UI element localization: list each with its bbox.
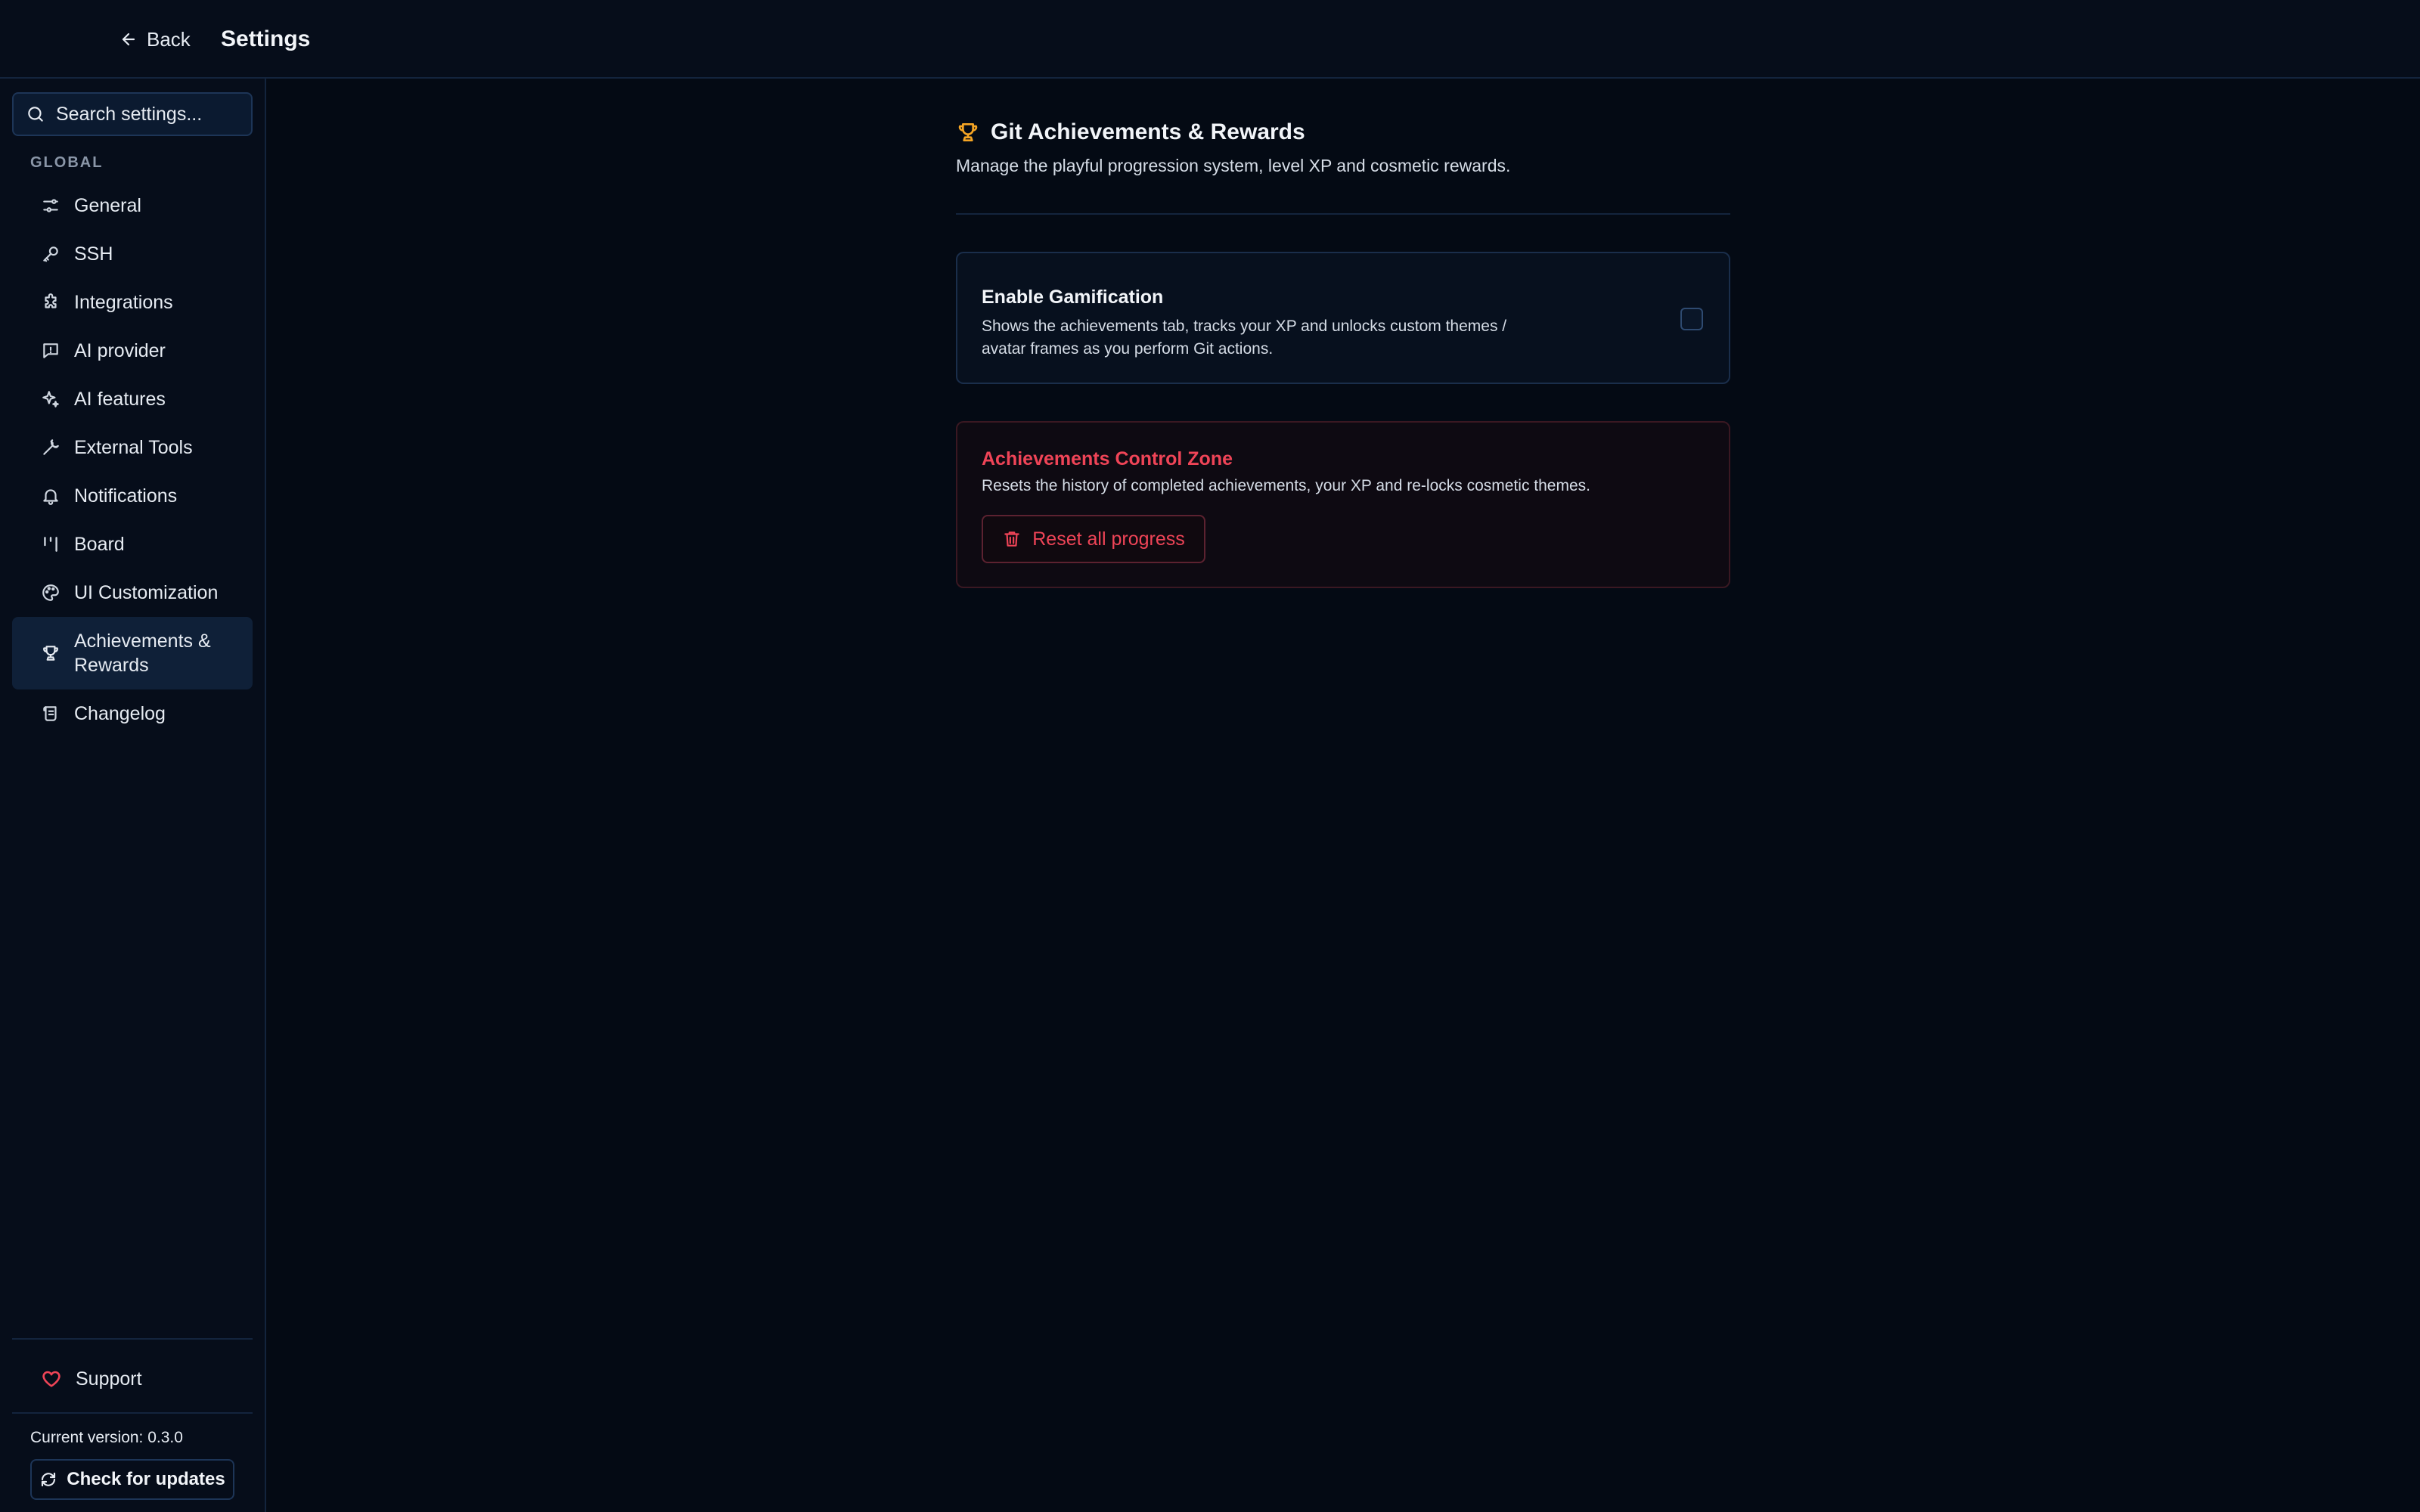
reset-progress-button[interactable]: Reset all progress <box>982 515 1205 563</box>
search-box[interactable] <box>12 92 253 136</box>
version-text: Current version: 0.3.0 <box>30 1429 183 1446</box>
reset-progress-label: Reset all progress <box>1032 528 1185 550</box>
message-square-icon <box>41 341 60 361</box>
puzzle-icon <box>41 293 60 312</box>
refresh-icon <box>39 1470 57 1489</box>
page-title: Settings <box>221 26 311 51</box>
bell-icon <box>41 486 60 506</box>
control-zone-description: Resets the history of completed achievem… <box>982 477 1590 494</box>
sidebar-item-achievements[interactable]: Achievements & Rewards <box>12 617 253 689</box>
sidebar-item-ai-provider[interactable]: AI provider <box>12 327 253 375</box>
sidebar-item-changelog[interactable]: Changelog <box>12 689 253 738</box>
support-label: Support <box>76 1368 142 1390</box>
sidebar-nav: General SSH Integrations AI provider AI … <box>12 181 253 738</box>
sidebar-item-notifications[interactable]: Notifications <box>12 472 253 520</box>
gamification-description: Shows the achievements tab, tracks your … <box>982 318 1507 358</box>
search-input[interactable] <box>56 103 237 125</box>
trophy-icon <box>41 643 60 663</box>
sliders-icon <box>41 196 60 215</box>
gamification-card: Enable Gamification Shows the achievemen… <box>956 252 1730 384</box>
search-icon <box>26 104 45 124</box>
section-title-text: Git Achievements & Rewards <box>991 119 1305 144</box>
divider <box>12 1338 253 1340</box>
back-button[interactable]: Back <box>119 24 191 54</box>
sidebar-item-label: Achievements & Rewards <box>74 631 211 676</box>
section-label-global: GLOBAL <box>30 154 104 171</box>
sidebar-item-label: External Tools <box>74 436 193 458</box>
sidebar-item-general[interactable]: General <box>12 181 253 230</box>
sidebar-item-label: AI features <box>74 388 166 410</box>
sidebar-item-label: Board <box>74 533 125 555</box>
sparkles-icon <box>41 389 60 409</box>
sidebar-item-label: Changelog <box>74 702 166 724</box>
achievements-control-zone: Achievements Control Zone Resets the his… <box>956 421 1730 588</box>
control-zone-title: Achievements Control Zone <box>982 448 1233 469</box>
heart-icon <box>41 1368 62 1390</box>
divider <box>956 213 1730 215</box>
scroll-icon <box>41 704 60 723</box>
gamification-checkbox[interactable] <box>1680 308 1703 330</box>
wrench-icon <box>41 438 60 457</box>
support-link[interactable]: Support <box>41 1364 142 1394</box>
top-bar: Back Settings <box>0 0 2420 79</box>
sidebar-item-label: SSH <box>74 243 113 265</box>
trash-icon <box>1002 529 1022 549</box>
gamification-title: Enable Gamification <box>982 287 1164 308</box>
section-subtitle: Manage the playful progression system, l… <box>956 156 1511 175</box>
sidebar-item-label: UI Customization <box>74 581 219 603</box>
check-updates-button[interactable]: Check for updates <box>30 1459 234 1500</box>
sidebar-item-ui-customization[interactable]: UI Customization <box>12 569 253 617</box>
sidebar: GLOBAL General SSH Integrations AI provi… <box>0 79 266 1512</box>
sidebar-item-label: AI provider <box>74 339 166 361</box>
sidebar-item-label: General <box>74 194 141 216</box>
arrow-left-icon <box>119 30 138 48</box>
kanban-icon <box>41 534 60 554</box>
sidebar-item-integrations[interactable]: Integrations <box>12 278 253 327</box>
trophy-icon <box>956 120 980 144</box>
divider <box>12 1412 253 1414</box>
palette-icon <box>41 583 60 603</box>
sidebar-item-ssh[interactable]: SSH <box>12 230 253 278</box>
key-icon <box>41 244 60 264</box>
sidebar-item-label: Notifications <box>74 485 178 507</box>
sidebar-item-label: Integrations <box>74 291 173 313</box>
sidebar-item-board[interactable]: Board <box>12 520 253 569</box>
sidebar-item-external-tools[interactable]: External Tools <box>12 423 253 472</box>
sidebar-item-ai-features[interactable]: AI features <box>12 375 253 423</box>
section-title: Git Achievements & Rewards <box>956 116 1730 148</box>
check-updates-label: Check for updates <box>67 1469 225 1489</box>
back-label: Back <box>147 27 191 51</box>
section-header: Git Achievements & Rewards Manage the pl… <box>956 116 1730 176</box>
